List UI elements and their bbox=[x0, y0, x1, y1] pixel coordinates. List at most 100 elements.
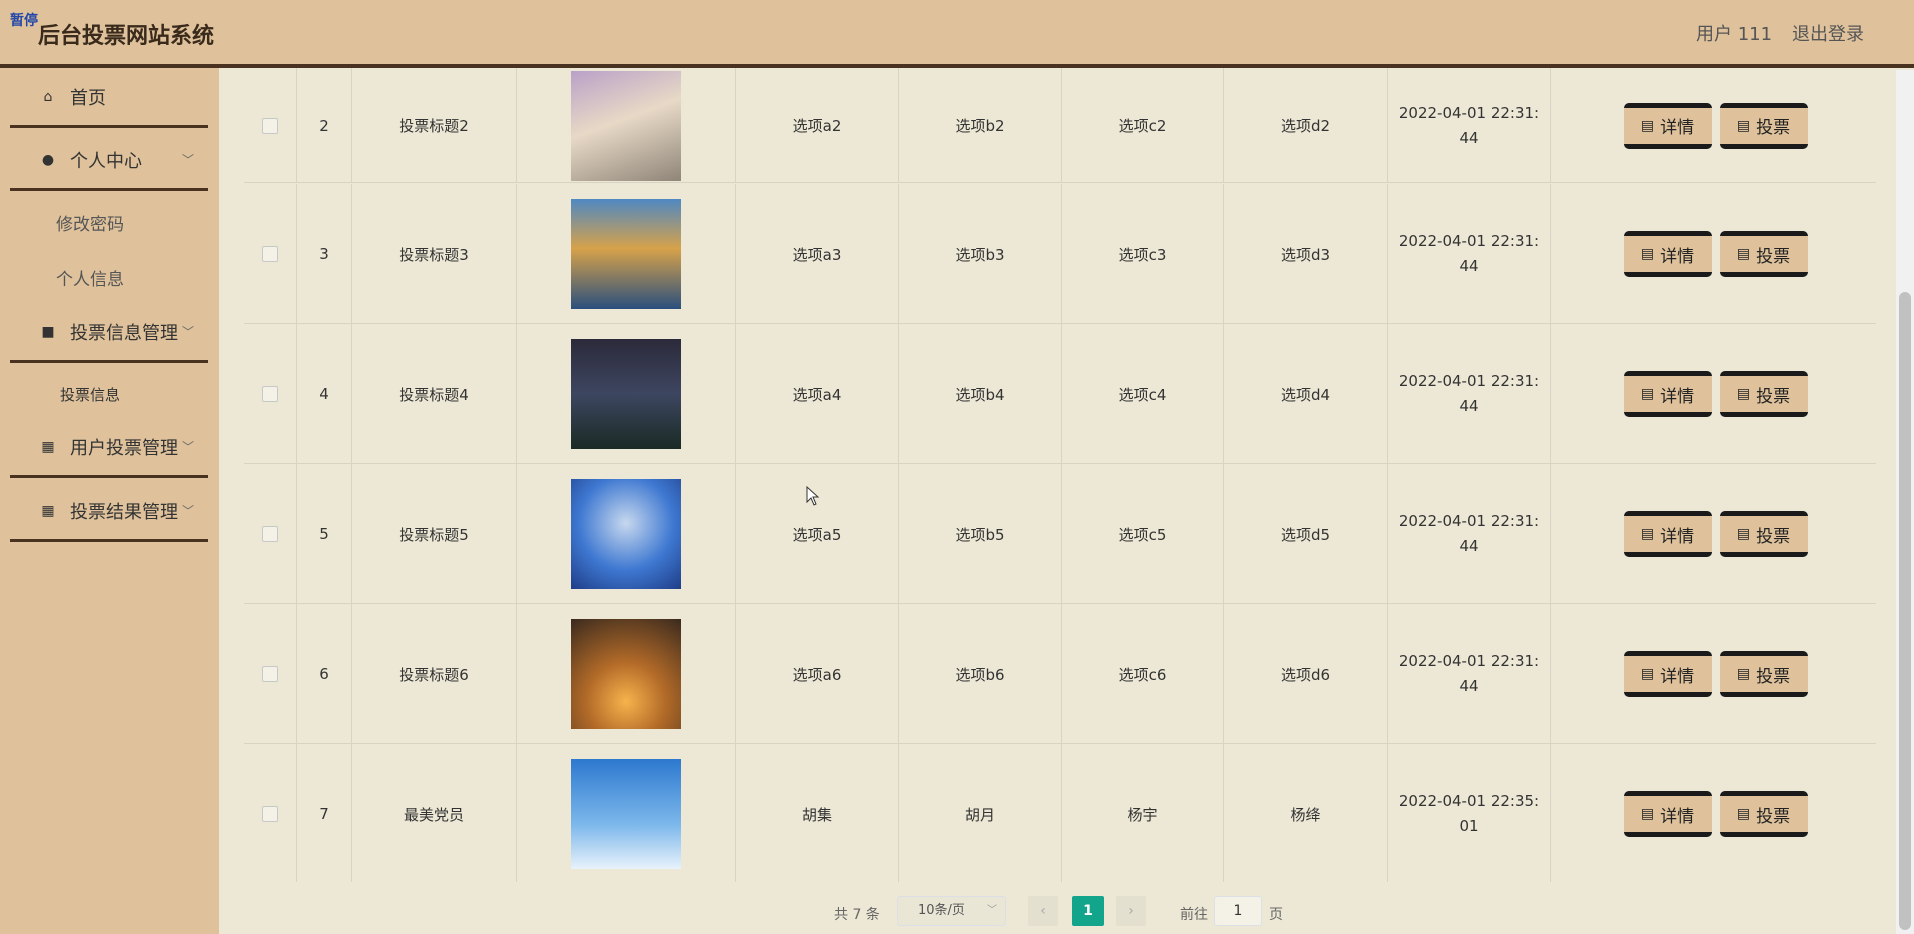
actions-cell: ▤ 详情 ▤ 投票 bbox=[1551, 68, 1876, 183]
row-checkbox[interactable] bbox=[262, 666, 278, 682]
detail-button[interactable]: ▤ 详情 bbox=[1623, 791, 1712, 837]
document-icon: ▤ bbox=[1736, 666, 1751, 682]
title-cell: 投票标题5 bbox=[352, 464, 517, 604]
option-c-cell: 杨宇 bbox=[1062, 744, 1224, 882]
option-c-cell: 选项c3 bbox=[1062, 184, 1224, 324]
user-icon: ● bbox=[41, 151, 55, 168]
vote-button[interactable]: ▤ 投票 bbox=[1719, 231, 1808, 277]
sidebar-item-vote-info[interactable]: 投票信息 bbox=[60, 384, 120, 405]
row-checkbox[interactable] bbox=[262, 526, 278, 542]
document-icon: ▤ bbox=[1640, 117, 1655, 134]
sidebar-item-vote-result-mgmt[interactable]: ▦ 投票结果管理 ﹀ bbox=[10, 482, 208, 542]
actions-cell: ▤ 详情 ▤ 投票 bbox=[1551, 184, 1876, 324]
page-number-current[interactable]: 1 bbox=[1072, 896, 1104, 926]
option-d-cell: 选项d3 bbox=[1224, 184, 1388, 324]
option-d: 选项d3 bbox=[1280, 245, 1331, 264]
option-a: 选项a6 bbox=[792, 665, 842, 684]
create-time-seconds: 44 bbox=[1459, 257, 1479, 275]
create-time: 2022-04-01 22:31: 44 bbox=[1399, 649, 1539, 699]
vote-button[interactable]: ▤ 投票 bbox=[1719, 102, 1808, 149]
scrollbar-thumb[interactable] bbox=[1899, 292, 1911, 930]
detail-button[interactable]: ▤ 详情 bbox=[1623, 102, 1712, 149]
vote-image bbox=[571, 70, 681, 181]
goto-page-input[interactable]: 1 bbox=[1214, 896, 1262, 926]
actions-cell: ▤ 详情 ▤ 投票 bbox=[1551, 464, 1876, 604]
chevron-down-icon: ﹀ bbox=[987, 905, 997, 916]
mouse-cursor-icon bbox=[806, 486, 820, 506]
create-time-seconds: 44 bbox=[1459, 537, 1479, 555]
sidebar-item-change-password[interactable]: 修改密码 bbox=[56, 210, 124, 235]
briefcase-icon: ■ bbox=[41, 323, 55, 340]
detail-button-label: 详情 bbox=[1660, 386, 1695, 407]
vote-image bbox=[571, 479, 681, 589]
vote-button-label: 投票 bbox=[1756, 118, 1791, 138]
option-b-cell: 胡月 bbox=[899, 744, 1062, 882]
chevron-down-icon: ﹀ bbox=[181, 504, 194, 518]
prev-page-button[interactable]: ‹ bbox=[1028, 896, 1058, 926]
create-time-seconds: 01 bbox=[1459, 817, 1479, 835]
option-c: 选项c3 bbox=[1118, 245, 1167, 264]
vote-button[interactable]: ▤ 投票 bbox=[1719, 371, 1808, 417]
vote-button[interactable]: ▤ 投票 bbox=[1719, 511, 1808, 557]
create-time-seconds: 44 bbox=[1459, 397, 1479, 415]
table-row: 7 最美党员 胡集 胡月 杨宇 杨绛 2022-04-01 22:35: 01 ▤ 详情 ▤ 投票 bbox=[244, 744, 1876, 882]
sidebar-item-home[interactable]: ⌂ 首页 bbox=[10, 68, 208, 128]
chevron-down-icon: ﹀ bbox=[181, 153, 194, 167]
option-a-cell: 选项a6 bbox=[736, 604, 899, 744]
create-time-date: 2022-04-01 22:31: bbox=[1398, 103, 1540, 122]
vote-table: 2 投票标题2 选项a2 选项b2 选项c2 选项d2 2022-04-01 22:31: 4… bbox=[244, 68, 1876, 882]
time-cell: 2022-04-01 22:31: 44 bbox=[1388, 324, 1551, 464]
option-c: 杨宇 bbox=[1127, 805, 1158, 824]
time-cell: 2022-04-01 22:31: 44 bbox=[1388, 68, 1551, 183]
logout-link[interactable]: 退出登录 bbox=[1792, 20, 1864, 46]
image-cell bbox=[517, 604, 736, 744]
index-cell: 7 bbox=[297, 744, 352, 882]
checkbox-cell bbox=[244, 324, 297, 464]
detail-button[interactable]: ▤ 详情 bbox=[1623, 231, 1712, 277]
vote-title: 投票标题3 bbox=[399, 245, 469, 264]
image-cell bbox=[517, 184, 736, 324]
next-page-button[interactable]: › bbox=[1116, 896, 1146, 926]
page-size-select[interactable]: 10条/页 ﹀ bbox=[897, 896, 1006, 926]
table-row: 3 投票标题3 选项a3 选项b3 选项c3 选项d3 2022-04-01 22:31: 4… bbox=[244, 184, 1876, 324]
option-c-cell: 选项c2 bbox=[1062, 68, 1224, 183]
sidebar-item-personal-info[interactable]: 个人信息 bbox=[56, 265, 124, 290]
detail-button[interactable]: ▤ 详情 bbox=[1623, 511, 1712, 557]
vote-button[interactable]: ▤ 投票 bbox=[1719, 651, 1808, 697]
row-checkbox[interactable] bbox=[262, 386, 278, 402]
row-index: 7 bbox=[319, 805, 329, 823]
vote-button[interactable]: ▤ 投票 bbox=[1719, 791, 1808, 837]
row-checkbox[interactable] bbox=[262, 117, 278, 134]
row-index: 3 bbox=[319, 245, 329, 263]
grid-icon: ▦ bbox=[41, 438, 55, 455]
detail-button-label: 详情 bbox=[1660, 118, 1695, 138]
image-cell bbox=[517, 68, 736, 183]
document-icon: ▤ bbox=[1640, 386, 1655, 402]
time-cell: 2022-04-01 22:31: 44 bbox=[1388, 604, 1551, 744]
create-time: 2022-04-01 22:31: 44 bbox=[1399, 509, 1539, 559]
vote-title: 投票标题2 bbox=[399, 117, 469, 135]
document-icon: ▤ bbox=[1736, 526, 1751, 542]
checkbox-cell bbox=[244, 744, 297, 882]
create-time-date: 2022-04-01 22:31: bbox=[1398, 232, 1540, 250]
row-checkbox[interactable] bbox=[262, 806, 278, 822]
option-b-cell: 选项b2 bbox=[899, 68, 1062, 183]
option-a-cell: 选项a2 bbox=[736, 68, 899, 183]
detail-button[interactable]: ▤ 详情 bbox=[1623, 371, 1712, 417]
row-index: 5 bbox=[319, 525, 329, 543]
option-c-cell: 选项c4 bbox=[1062, 324, 1224, 464]
sidebar-item-label: 投票结果管理 bbox=[70, 501, 178, 523]
option-d: 杨绛 bbox=[1290, 805, 1321, 824]
row-checkbox[interactable] bbox=[262, 246, 278, 262]
sidebar-item-vote-info-mgmt[interactable]: ■ 投票信息管理 ﹀ bbox=[10, 303, 208, 363]
vote-title: 投票标题5 bbox=[399, 525, 469, 544]
sidebar-item-personal-center[interactable]: ● 个人中心 ﹀ bbox=[10, 131, 208, 191]
grid-icon: ▦ bbox=[41, 502, 55, 519]
vote-title: 投票标题4 bbox=[399, 385, 469, 404]
detail-button-label: 详情 bbox=[1660, 526, 1695, 547]
page-unit-label: 页 bbox=[1269, 907, 1283, 923]
sidebar-item-user-vote-mgmt[interactable]: ▦ 用户投票管理 ﹀ bbox=[10, 418, 208, 478]
option-b-cell: 选项b3 bbox=[899, 184, 1062, 324]
row-index: 4 bbox=[319, 385, 329, 403]
detail-button[interactable]: ▤ 详情 bbox=[1623, 651, 1712, 697]
